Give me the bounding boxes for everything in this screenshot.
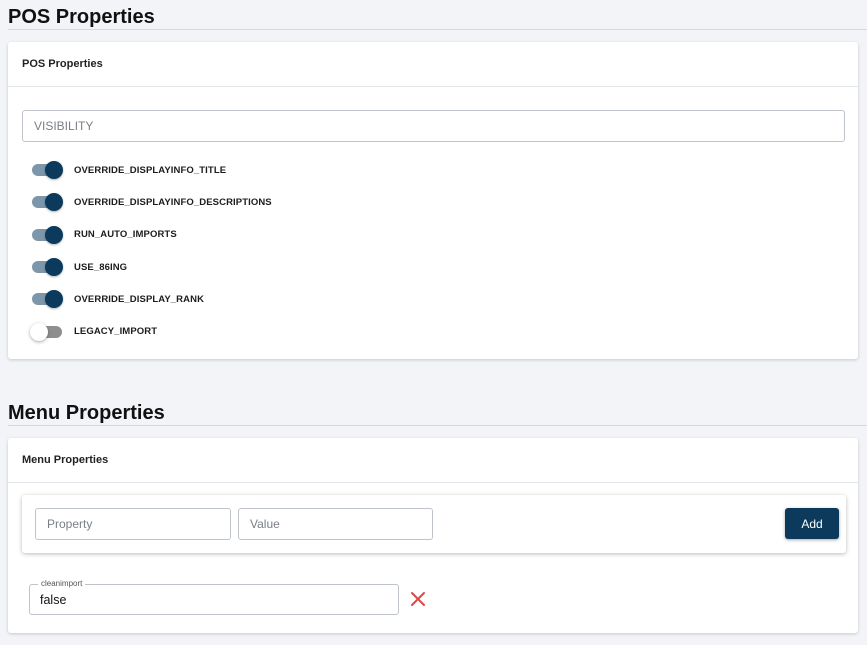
toggle-row-override-display-rank: OVERRIDE_DISPLAY_RANK xyxy=(30,283,272,315)
toggle-label: OVERRIDE_DISPLAYINFO_TITLE xyxy=(74,164,227,176)
property-value-input[interactable] xyxy=(40,585,380,614)
add-property-panel: Add xyxy=(22,495,846,553)
pos-properties-card: POS Properties OVERRIDE_DISPLAYINFO_TITL… xyxy=(8,42,858,359)
value-input[interactable] xyxy=(238,508,433,540)
switch-thumb xyxy=(45,225,63,244)
toggle-label: LEGACY_IMPORT xyxy=(74,326,158,338)
toggle-row-override-displayinfo-descriptions: OVERRIDE_DISPLAYINFO_DESCRIPTIONS xyxy=(30,186,272,218)
switch-thumb xyxy=(30,322,48,341)
pos-card-header: POS Properties xyxy=(8,42,858,87)
toggle-row-use-86ing: USE_86ING xyxy=(30,251,272,283)
switch-thumb xyxy=(45,161,63,180)
menu-section-title: Menu Properties xyxy=(8,402,165,424)
property-input[interactable] xyxy=(35,508,231,540)
menu-card-header: Menu Properties xyxy=(8,438,858,483)
override-displayinfo-title-switch[interactable] xyxy=(30,161,64,180)
switch-thumb xyxy=(45,290,63,309)
toggle-row-legacy-import: LEGACY_IMPORT xyxy=(30,315,272,347)
legacy-import-switch[interactable] xyxy=(30,322,64,341)
override-displayinfo-descriptions-switch[interactable] xyxy=(30,193,64,212)
add-button[interactable]: Add xyxy=(785,508,839,539)
switch-thumb xyxy=(45,193,63,212)
pos-toggle-list: OVERRIDE_DISPLAYINFO_TITLE OVERRIDE_DISP… xyxy=(30,154,272,348)
menu-properties-card: Menu Properties Add cleanimport xyxy=(8,438,858,633)
pos-section-title: POS Properties xyxy=(8,6,155,28)
toggle-label: USE_86ING xyxy=(74,261,128,273)
run-auto-imports-switch[interactable] xyxy=(30,225,64,244)
toggle-label: OVERRIDE_DISPLAY_RANK xyxy=(74,293,205,305)
switch-thumb xyxy=(45,258,63,277)
toggle-label: OVERRIDE_DISPLAYINFO_DESCRIPTIONS xyxy=(74,196,272,208)
use-86ing-switch[interactable] xyxy=(30,258,64,277)
toggle-row-run-auto-imports: RUN_AUTO_IMPORTS xyxy=(30,219,272,251)
menu-section-divider xyxy=(8,425,867,426)
pos-section-divider xyxy=(8,29,867,30)
toggle-row-override-displayinfo-title: OVERRIDE_DISPLAYINFO_TITLE xyxy=(30,154,272,186)
visibility-search-input[interactable] xyxy=(22,110,845,142)
property-field-cleanimport: cleanimport xyxy=(29,579,399,615)
close-icon[interactable] xyxy=(409,590,427,608)
toggle-label: RUN_AUTO_IMPORTS xyxy=(74,229,177,241)
override-display-rank-switch[interactable] xyxy=(30,290,64,309)
